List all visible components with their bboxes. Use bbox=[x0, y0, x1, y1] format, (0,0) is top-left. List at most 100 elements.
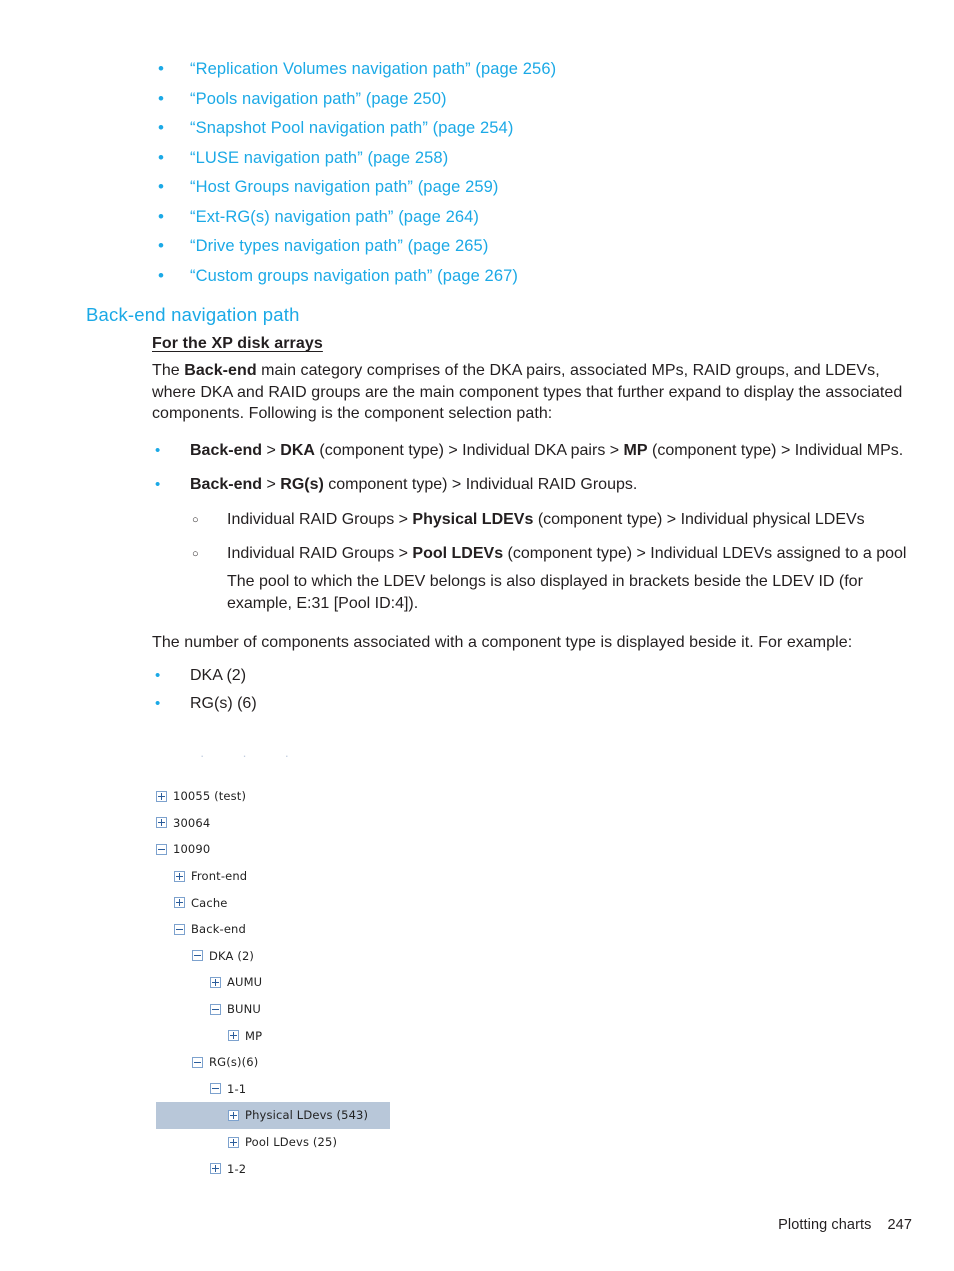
expand-plus-icon[interactable] bbox=[174, 897, 185, 909]
list-item: • Back-end > RG(s) component type) > Ind… bbox=[152, 474, 914, 496]
path-sep-2: (component type) > Individual DKA pairs … bbox=[314, 441, 624, 459]
list-item: • “LUSE navigation path” (page 258) bbox=[152, 147, 912, 170]
tree-node-label: AUMU bbox=[227, 975, 263, 990]
expand-plus-icon[interactable] bbox=[210, 976, 221, 988]
component-count-list: • DKA (2) • RG(s) (6) bbox=[152, 665, 914, 715]
selection-path-list: • Back-end > DKA (component type) > Indi… bbox=[152, 440, 914, 615]
collapse-minus-icon[interactable] bbox=[156, 843, 167, 855]
tree-node-label: Front-end bbox=[191, 869, 248, 884]
sub-path-list: ○ Individual RAID Groups > Physical LDEV… bbox=[190, 509, 914, 615]
bullet-marker: • bbox=[155, 695, 161, 712]
tree-row[interactable]: Front-end bbox=[156, 863, 576, 890]
cross-reference-link[interactable]: “Drive types navigation path” (page 265) bbox=[190, 235, 488, 257]
path-sep-2: component type) > Individual RAID Groups… bbox=[323, 476, 638, 493]
expand-plus-icon[interactable] bbox=[174, 870, 185, 882]
intro-post: main category comprises of the DKA pairs… bbox=[152, 362, 903, 422]
list-item: • “Drive types navigation path” (page 26… bbox=[152, 235, 912, 258]
tree-node-label: 1-2 bbox=[227, 1161, 247, 1176]
sub-path-text: Individual RAID Groups > Pool LDEVs (com… bbox=[227, 543, 914, 615]
list-item: ○ Individual RAID Groups > Physical LDEV… bbox=[190, 509, 914, 531]
list-item: • “Pools navigation path” (page 250) bbox=[152, 88, 912, 111]
path-term-2: DKA bbox=[280, 441, 315, 459]
intro-pre: The bbox=[152, 362, 185, 379]
bullet-marker: • bbox=[155, 666, 161, 684]
path-term-1: Back-end bbox=[190, 476, 263, 493]
tree-node-label: Back-end bbox=[191, 922, 246, 937]
collapse-minus-icon[interactable] bbox=[174, 923, 185, 935]
tree-node-label: RG(s)(6) bbox=[209, 1055, 259, 1070]
page-footer: Plotting charts 247 bbox=[778, 1217, 912, 1233]
bullet-marker: • bbox=[155, 441, 161, 459]
list-item: • “Ext-RG(s) navigation path” (page 264) bbox=[152, 206, 912, 229]
tree-row[interactable]: Physical LDevs (543) bbox=[156, 1102, 390, 1129]
cross-reference-link[interactable]: “Host Groups navigation path” (page 259) bbox=[190, 176, 499, 198]
tree-node-label: Physical LDevs (543) bbox=[245, 1108, 369, 1123]
component-count-intro: The number of components associated with… bbox=[152, 634, 853, 651]
expand-plus-icon[interactable] bbox=[228, 1109, 239, 1121]
cross-reference-link[interactable]: “Snapshot Pool navigation path” (page 25… bbox=[190, 117, 513, 139]
bullet-marker: • bbox=[158, 147, 164, 167]
footer-chapter: Plotting charts bbox=[778, 1217, 872, 1233]
tree-node-label: 30064 bbox=[173, 815, 211, 830]
section-body: For the XP disk arrays The Back-end main… bbox=[152, 333, 914, 722]
list-item: ○ Individual RAID Groups > Pool LDEVs (c… bbox=[190, 543, 914, 615]
list-item: • “Snapshot Pool navigation path” (page … bbox=[152, 117, 912, 140]
expand-plus-icon[interactable] bbox=[156, 817, 167, 829]
component-count-text: RG(s) (6) bbox=[190, 695, 257, 712]
cross-reference-link[interactable]: “Replication Volumes navigation path” (p… bbox=[190, 58, 556, 80]
sub-path-text: Individual RAID Groups > Physical LDEVs … bbox=[227, 509, 914, 531]
cross-reference-link[interactable]: “Pools navigation path” (page 250) bbox=[190, 88, 447, 110]
cross-reference-list: • “Replication Volumes navigation path” … bbox=[152, 58, 912, 294]
bullet-marker: • bbox=[158, 177, 164, 196]
path-sep-1: > bbox=[262, 476, 281, 493]
selection-path-text: Back-end > DKA (component type) > Indivi… bbox=[190, 440, 914, 462]
tree-row[interactable]: Pool LDevs (25) bbox=[156, 1129, 576, 1156]
tree-node-label: 10090 bbox=[173, 842, 211, 857]
path-sep-3: (component type) > Individual MPs. bbox=[647, 441, 904, 459]
intro-paragraph: The Back-end main category comprises of … bbox=[152, 360, 914, 425]
expand-plus-icon[interactable] bbox=[228, 1136, 239, 1148]
expand-plus-icon[interactable] bbox=[228, 1030, 239, 1042]
tree-row[interactable]: 1-1 bbox=[156, 1076, 576, 1103]
list-item: • Back-end > DKA (component type) > Indi… bbox=[152, 440, 914, 462]
document-page: • “Replication Volumes navigation path” … bbox=[0, 0, 954, 1271]
collapse-minus-icon[interactable] bbox=[192, 1056, 203, 1068]
path-term-1: Back-end bbox=[190, 441, 263, 459]
sub-bold-term: Pool LDEVs bbox=[412, 544, 504, 562]
tree-row[interactable]: 30064 bbox=[156, 810, 576, 837]
collapse-minus-icon[interactable] bbox=[192, 950, 203, 962]
tree-node-label: DKA (2) bbox=[209, 948, 255, 963]
sub-pre: Individual RAID Groups > bbox=[227, 544, 413, 562]
tree-row[interactable]: BUNU bbox=[156, 996, 576, 1023]
cross-reference-link[interactable]: “LUSE navigation path” (page 258) bbox=[190, 147, 448, 169]
sub-bold-term: Physical LDEVs bbox=[412, 510, 534, 528]
tree-node-label: 10055 (test) bbox=[173, 789, 247, 804]
tree-row[interactable]: DKA (2) bbox=[156, 943, 576, 970]
tree-row[interactable]: 10055 (test) bbox=[156, 783, 576, 810]
tree-row[interactable]: RG(s)(6) bbox=[156, 1049, 576, 1076]
collapse-minus-icon[interactable] bbox=[210, 1083, 221, 1095]
bullet-marker: • bbox=[158, 206, 164, 226]
clipped-text-artifact: ··· bbox=[200, 748, 327, 758]
expand-plus-icon[interactable] bbox=[210, 1163, 221, 1175]
sub-heading: For the XP disk arrays bbox=[152, 335, 323, 352]
tree-row[interactable]: Cache bbox=[156, 889, 576, 916]
expand-plus-icon[interactable] bbox=[156, 790, 167, 802]
tree-node-label: BUNU bbox=[227, 1002, 261, 1017]
bullet-marker: • bbox=[155, 476, 161, 493]
bullet-marker: • bbox=[158, 265, 164, 285]
component-tree[interactable]: 10055 (test) 30064 10090 Front-end Cache Back… bbox=[156, 783, 576, 1182]
hollow-bullet-marker: ○ bbox=[192, 547, 199, 560]
tree-row[interactable]: 10090 bbox=[156, 836, 576, 863]
hollow-bullet-marker: ○ bbox=[192, 513, 199, 526]
collapse-minus-icon[interactable] bbox=[210, 1003, 221, 1015]
tree-node-label: Pool LDevs (25) bbox=[245, 1135, 338, 1150]
list-item: • RG(s) (6) bbox=[152, 693, 914, 715]
tree-row[interactable]: 1-2 bbox=[156, 1155, 576, 1182]
tree-row[interactable]: MP bbox=[156, 1022, 576, 1049]
list-item: • DKA (2) bbox=[152, 665, 914, 687]
cross-reference-link[interactable]: “Ext-RG(s) navigation path” (page 264) bbox=[190, 206, 479, 228]
tree-row[interactable]: AUMU bbox=[156, 969, 576, 996]
tree-row[interactable]: Back-end bbox=[156, 916, 576, 943]
cross-reference-link[interactable]: “Custom groups navigation path” (page 26… bbox=[190, 265, 518, 287]
